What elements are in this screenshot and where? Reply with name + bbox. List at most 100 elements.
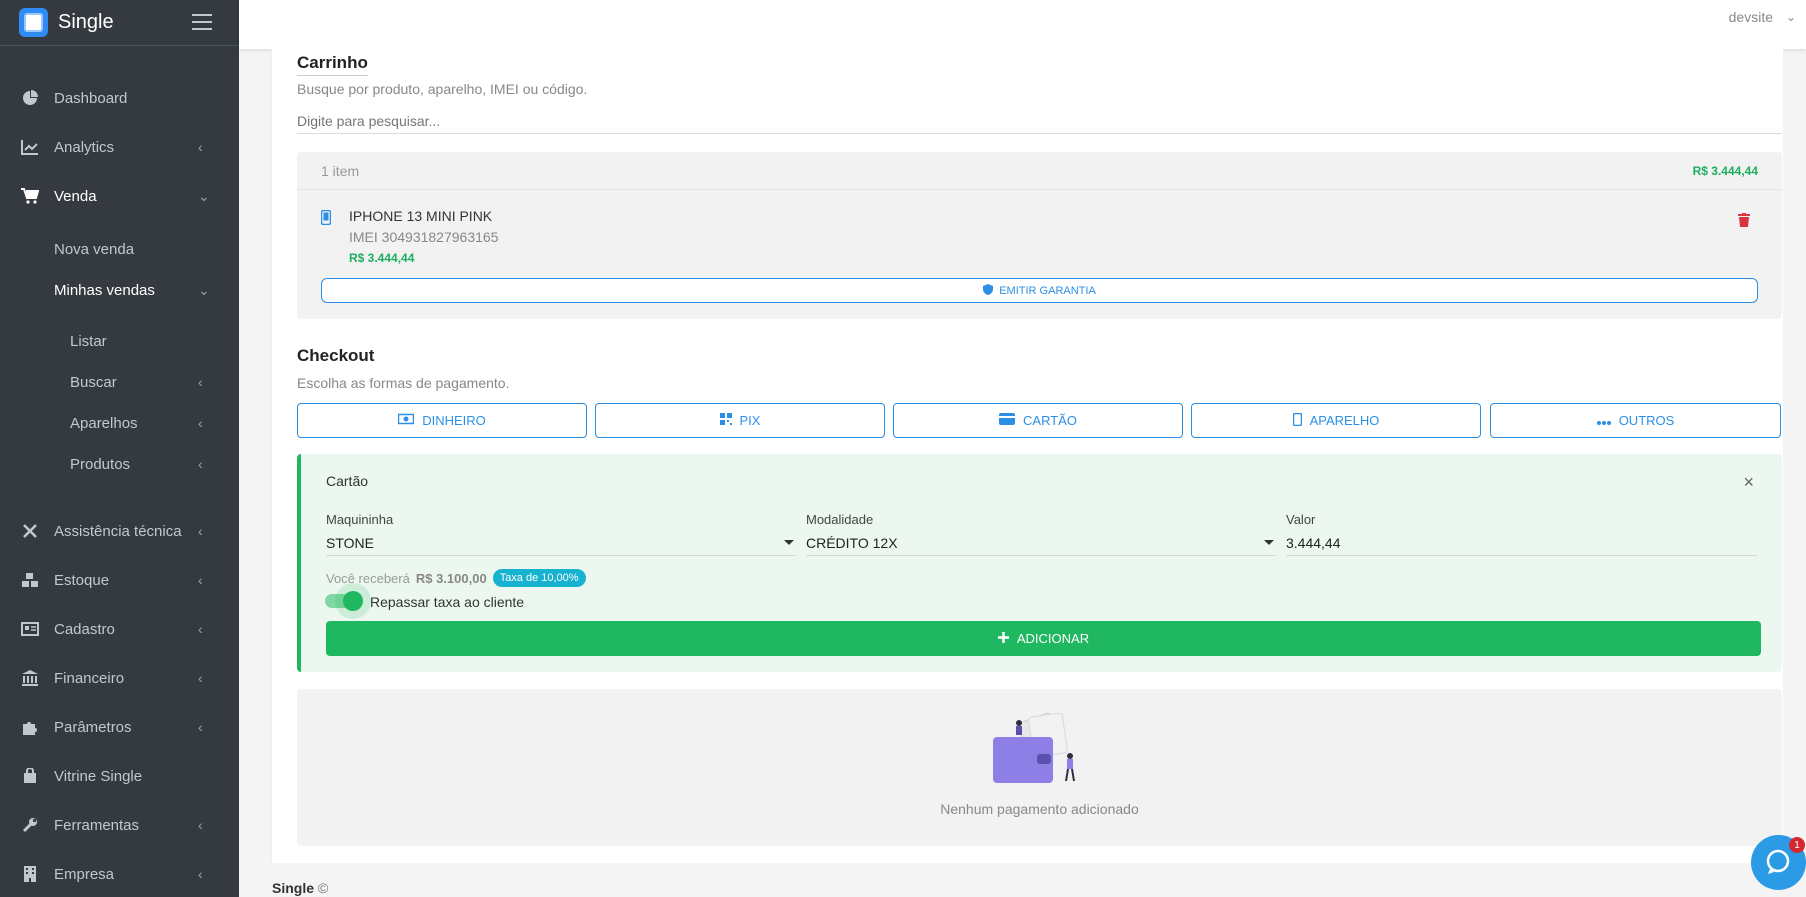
chevron-left-icon: ‹ xyxy=(198,456,203,472)
chevron-left-icon: ‹ xyxy=(198,817,203,833)
chevron-left-icon: ‹ xyxy=(198,139,203,155)
bank-icon xyxy=(20,668,40,688)
machine-label: Maquininha xyxy=(326,512,394,527)
mode-select[interactable]: CRÉDITO 12X xyxy=(806,530,1276,556)
sidebar-item-empresa[interactable]: Empresa ‹ xyxy=(0,863,239,885)
sidebar-item-parametros[interactable]: Parâmetros ‹ xyxy=(0,716,239,738)
chevron-left-icon: ‹ xyxy=(198,374,203,390)
card-payment-panel: Cartão × Maquininha STONE Modalidade CRÉ… xyxy=(297,454,1782,672)
cart-icon xyxy=(20,186,40,206)
checkout-subtitle: Escolha as formas de pagamento. xyxy=(297,375,510,391)
sidebar-item-aparelhos[interactable]: Aparelhos ‹ xyxy=(0,412,239,434)
sidebar-item-buscar[interactable]: Buscar ‹ xyxy=(0,371,239,393)
cart-count: 1 item xyxy=(321,162,360,179)
emit-warranty-button[interactable]: EMITIR GARANTIA xyxy=(321,278,1758,303)
sidebar-item-nova-venda[interactable]: Nova venda xyxy=(0,238,239,260)
sidebar-item-produtos[interactable]: Produtos ‹ xyxy=(0,453,239,475)
sidebar-item-label: Produtos xyxy=(70,455,131,473)
pay-method-label: DINHEIRO xyxy=(422,413,486,428)
pay-dinheiro-button[interactable]: DINHEIRO xyxy=(297,403,587,438)
sidebar-item-label: Venda xyxy=(54,187,97,205)
sidebar-item-analytics[interactable]: Analytics ‹ xyxy=(0,136,239,158)
pass-fee-label: Repassar taxa ao cliente xyxy=(370,594,525,610)
product-name: IPHONE 13 MINI PINK xyxy=(349,208,493,224)
footer: Single © xyxy=(272,880,328,896)
sidebar-item-label: Parâmetros xyxy=(54,718,132,736)
chevron-left-icon: ‹ xyxy=(198,415,203,431)
cart-box: 1 item R$ 3.444,44 IPHONE 13 MINI PINK I… xyxy=(297,152,1782,319)
mode-label: Modalidade xyxy=(806,512,874,527)
empty-payments: Nenhum pagamento adicionado xyxy=(297,689,1782,846)
pay-method-label: CARTÃO xyxy=(1023,413,1077,428)
shield-icon xyxy=(983,283,994,298)
plus-icon xyxy=(997,631,1009,646)
chevron-down-icon: ⌄ xyxy=(198,187,210,204)
more-icon xyxy=(1596,413,1611,428)
sidebar-item-estoque[interactable]: Estoque ‹ xyxy=(0,569,239,591)
sidebar-item-minhas-vendas[interactable]: Minhas vendas ⌄ xyxy=(0,279,239,301)
product-price: R$ 3.444,44 xyxy=(349,251,415,265)
caret-down-icon xyxy=(784,540,794,545)
footer-brand: Single xyxy=(272,880,315,896)
puzzle-icon xyxy=(20,717,40,737)
main-content: Carrinho Busque por produto, aparelho, I… xyxy=(271,49,1783,863)
building-icon xyxy=(20,864,40,884)
phone-icon xyxy=(320,209,332,228)
sidebar-item-label: Analytics xyxy=(54,138,115,156)
chevron-left-icon: ‹ xyxy=(198,572,203,588)
id-card-icon xyxy=(20,619,40,639)
checkout-title: Checkout xyxy=(297,346,375,365)
sidebar-item-ferramentas[interactable]: Ferramentas ‹ xyxy=(0,814,239,836)
sidebar-item-venda[interactable]: Venda ⌄ xyxy=(0,185,239,207)
brand-logo-icon xyxy=(19,8,48,37)
machine-select[interactable]: STONE xyxy=(326,530,796,556)
pay-aparelho-button[interactable]: APARELHO xyxy=(1191,403,1481,438)
brand-name: Single xyxy=(58,11,114,33)
sidebar-item-label: Nova venda xyxy=(54,240,135,258)
close-icon[interactable]: × xyxy=(1743,472,1754,493)
chevron-down-icon[interactable]: ⌄ xyxy=(1786,10,1796,24)
receive-value: R$ 3.100,00 xyxy=(415,570,487,586)
chevron-left-icon: ‹ xyxy=(198,670,203,686)
chevron-down-icon: ⌄ xyxy=(198,281,210,298)
sidebar-item-label: Vitrine Single xyxy=(54,767,143,785)
cash-icon xyxy=(397,413,415,428)
user-menu[interactable]: devsite xyxy=(1729,9,1773,25)
pay-pix-button[interactable]: PIX xyxy=(595,403,885,438)
value-input[interactable]: 3.444,44 xyxy=(1286,530,1757,556)
sidebar-item-financeiro[interactable]: Financeiro ‹ xyxy=(0,667,239,689)
sidebar-item-label: Estoque xyxy=(54,571,110,589)
sidebar-item-cadastro[interactable]: Cadastro ‹ xyxy=(0,618,239,640)
trash-icon[interactable] xyxy=(1738,213,1750,227)
sidebar-item-label: Dashboard xyxy=(54,89,128,107)
sidebar-item-vitrine-single[interactable]: Vitrine Single xyxy=(0,765,239,787)
emit-warranty-label: EMITIR GARANTIA xyxy=(999,284,1096,297)
search-input[interactable] xyxy=(297,108,1782,134)
mode-value: CRÉDITO 12X xyxy=(806,534,898,551)
empty-wallet-illustration xyxy=(983,709,1083,794)
value-label: Valor xyxy=(1286,512,1316,527)
cart-total: R$ 3.444,44 xyxy=(1692,163,1758,178)
sidebar-item-label: Cadastro xyxy=(54,620,115,638)
footer-copyright: © xyxy=(317,880,329,896)
pay-outros-button[interactable]: OUTROS xyxy=(1490,403,1781,438)
sidebar-item-listar[interactable]: Listar xyxy=(0,330,239,352)
caret-down-icon xyxy=(1264,540,1274,545)
add-payment-button[interactable]: ADICIONAR xyxy=(326,621,1761,656)
credit-card-icon xyxy=(999,413,1016,428)
menu-toggle-icon[interactable] xyxy=(192,14,212,30)
pay-method-label: PIX xyxy=(739,413,761,428)
card-panel-title: Cartão xyxy=(326,473,369,489)
chevron-left-icon: ‹ xyxy=(198,523,203,539)
sidebar-item-label: Listar xyxy=(70,332,107,350)
sidebar-item-assistencia-tecnica[interactable]: Assistência técnica ‹ xyxy=(0,520,239,542)
shopping-bag-icon xyxy=(20,766,40,786)
sidebar-item-label: Buscar xyxy=(70,373,117,391)
pass-fee-toggle[interactable] xyxy=(325,591,363,611)
sidebar-item-label: Ferramentas xyxy=(54,816,140,834)
pay-cartao-button[interactable]: CARTÃO xyxy=(893,403,1183,438)
sidebar-item-dashboard[interactable]: Dashboard xyxy=(0,87,239,109)
pie-chart-icon xyxy=(20,88,40,108)
chat-badge: 1 xyxy=(1789,837,1805,853)
sidebar-item-label: Aparelhos xyxy=(70,414,138,432)
